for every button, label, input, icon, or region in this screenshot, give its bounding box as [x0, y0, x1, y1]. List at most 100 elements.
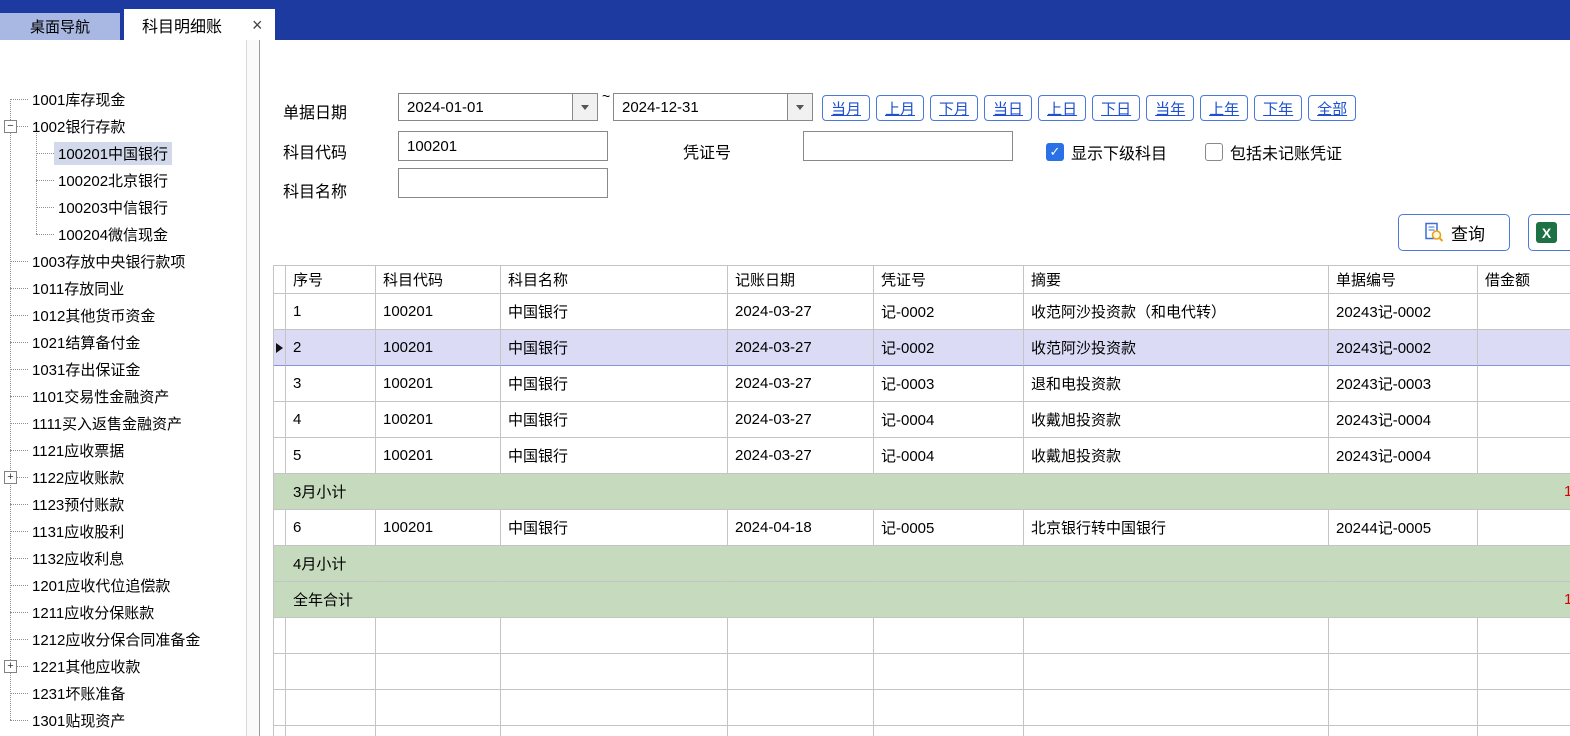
grid-cell[interactable]: 记-0004	[874, 438, 1024, 474]
empty-row[interactable]	[274, 726, 1570, 736]
grid-cell[interactable]	[874, 618, 1024, 654]
tree-item[interactable]: 1211应收分保账款	[0, 599, 245, 626]
grid-cell[interactable]: 3月小计	[286, 474, 376, 510]
grid-cell[interactable]: 中国银行	[501, 366, 728, 402]
grid-cell[interactable]	[728, 582, 874, 618]
tree-item[interactable]: 1101交易性金融资产	[0, 383, 245, 410]
quick-date-button[interactable]: 下年	[1254, 95, 1302, 121]
tree-item[interactable]: 1132应收利息	[0, 545, 245, 572]
tree-item[interactable]: 1111买入返售金融资产	[0, 410, 245, 437]
table-row[interactable]: 6100201中国银行2024-04-18记-0005北京银行转中国银行2024…	[274, 510, 1570, 546]
quick-date-button[interactable]: 当年	[1146, 95, 1194, 121]
grid-cell[interactable]	[286, 618, 376, 654]
close-icon[interactable]: ×	[252, 16, 263, 34]
grid-cell[interactable]: 2	[286, 330, 376, 366]
date-to-dropdown-button[interactable]	[787, 94, 812, 120]
column-header[interactable]: 科目名称	[501, 266, 728, 294]
grid-cell[interactable]: 北京银行转中国银行	[1024, 510, 1329, 546]
grid-cell[interactable]: 4月小计	[286, 546, 376, 582]
grid-cell[interactable]	[728, 690, 874, 726]
grid-cell[interactable]	[1478, 546, 1570, 582]
grid-cell[interactable]	[1329, 474, 1478, 510]
grid-cell[interactable]	[874, 474, 1024, 510]
grid-cell[interactable]	[728, 546, 874, 582]
grid-cell[interactable]	[1024, 690, 1329, 726]
tree-item[interactable]: 1003存放中央银行款项	[0, 248, 245, 275]
tree-item[interactable]: 1011存放同业	[0, 275, 245, 302]
grid-cell[interactable]	[376, 474, 501, 510]
grid-cell[interactable]: 中国银行	[501, 510, 728, 546]
unchecked-checkbox-icon[interactable]	[1205, 143, 1223, 161]
date-from-select[interactable]: 2024-01-01	[398, 93, 598, 121]
grid-cell[interactable]	[376, 690, 501, 726]
grid-cell[interactable]	[1329, 582, 1478, 618]
grid-cell[interactable]	[501, 546, 728, 582]
date-from-dropdown-button[interactable]	[572, 94, 597, 120]
grid-cell[interactable]: 3	[286, 366, 376, 402]
grid-cell[interactable]	[286, 654, 376, 690]
grid-cell[interactable]: 20243记-0004	[1329, 438, 1478, 474]
empty-row[interactable]	[274, 618, 1570, 654]
grid-cell[interactable]: 收范阿沙投资款（和电代转）	[1024, 294, 1329, 330]
grid-cell[interactable]	[728, 474, 874, 510]
grid-cell[interactable]	[1024, 618, 1329, 654]
grid-cell[interactable]	[1024, 474, 1329, 510]
grid-cell[interactable]: 6	[286, 510, 376, 546]
subject-code-input[interactable]	[398, 131, 608, 161]
grid-cell[interactable]	[501, 582, 728, 618]
column-header[interactable]: 凭证号	[874, 266, 1024, 294]
tree-item[interactable]: 100204微信现金	[0, 221, 245, 248]
grid-cell[interactable]: 记-0005	[874, 510, 1024, 546]
grid-cell[interactable]	[1024, 654, 1329, 690]
tree-item[interactable]: 1231坏账准备	[0, 680, 245, 707]
table-row[interactable]: 3100201中国银行2024-03-27记-0003退和电投资款20243记-…	[274, 366, 1570, 402]
column-header[interactable]: 单据编号	[1329, 266, 1478, 294]
grid-cell[interactable]	[1024, 546, 1329, 582]
grid-cell[interactable]	[874, 546, 1024, 582]
grid-cell[interactable]: 5	[286, 438, 376, 474]
grid-cell[interactable]	[1024, 582, 1329, 618]
tree-item[interactable]: 1001库存现金	[0, 86, 245, 113]
tab-subject-detail-ledger[interactable]: 科目明细账×	[124, 9, 275, 40]
grid-cell[interactable]: 100201	[376, 510, 501, 546]
grid-cell[interactable]: 收戴旭投资款	[1024, 402, 1329, 438]
grid-cell[interactable]	[286, 690, 376, 726]
grid-cell[interactable]	[874, 690, 1024, 726]
grid-cell[interactable]	[1478, 330, 1570, 366]
grid-cell[interactable]: 2024-03-27	[728, 402, 874, 438]
column-header[interactable]: 科目代码	[376, 266, 501, 294]
grid-cell[interactable]	[501, 654, 728, 690]
grid-cell[interactable]	[874, 726, 1024, 736]
grid-cell[interactable]: 全年合计	[286, 582, 376, 618]
table-row[interactable]: 1100201中国银行2024-03-27记-0002收范阿沙投资款（和电代转）…	[274, 294, 1570, 330]
tree-item[interactable]: 1201应收代位追偿款	[0, 572, 245, 599]
expand-icon[interactable]: +	[4, 471, 17, 484]
quick-date-button[interactable]: 上年	[1200, 95, 1248, 121]
grid-cell[interactable]: 记-0003	[874, 366, 1024, 402]
grid-cell[interactable]: 中国银行	[501, 438, 728, 474]
grid-cell[interactable]: 记-0002	[874, 294, 1024, 330]
date-to-select[interactable]: 2024-12-31	[613, 93, 813, 121]
grid-cell[interactable]	[376, 618, 501, 654]
grid-cell[interactable]	[1478, 402, 1570, 438]
tree-item[interactable]: 1123预付账款	[0, 491, 245, 518]
expand-icon[interactable]: +	[4, 660, 17, 673]
tree-item[interactable]: 100203中信银行	[0, 194, 245, 221]
grid-cell[interactable]: 2024-03-27	[728, 366, 874, 402]
grid-cell[interactable]: 1	[286, 294, 376, 330]
grid-cell[interactable]	[501, 726, 728, 736]
grid-cell[interactable]	[1478, 654, 1570, 690]
grid-cell[interactable]: 20243记-0002	[1329, 294, 1478, 330]
quick-date-button[interactable]: 当日	[984, 95, 1032, 121]
tree-item[interactable]: 1121应收票据	[0, 437, 245, 464]
include-unposted-checkbox[interactable]: 包括未记账凭证	[1205, 140, 1342, 164]
grid-cell[interactable]	[1024, 726, 1329, 736]
quick-date-button[interactable]: 当月	[822, 95, 870, 121]
empty-row[interactable]	[274, 654, 1570, 690]
grid-cell[interactable]: 记-0004	[874, 402, 1024, 438]
export-excel-button[interactable]: X	[1528, 214, 1570, 251]
grid-cell[interactable]	[728, 726, 874, 736]
grid-cell[interactable]: 20243记-0003	[1329, 366, 1478, 402]
quick-date-button[interactable]: 下月	[930, 95, 978, 121]
grid-cell[interactable]: 记-0002	[874, 330, 1024, 366]
